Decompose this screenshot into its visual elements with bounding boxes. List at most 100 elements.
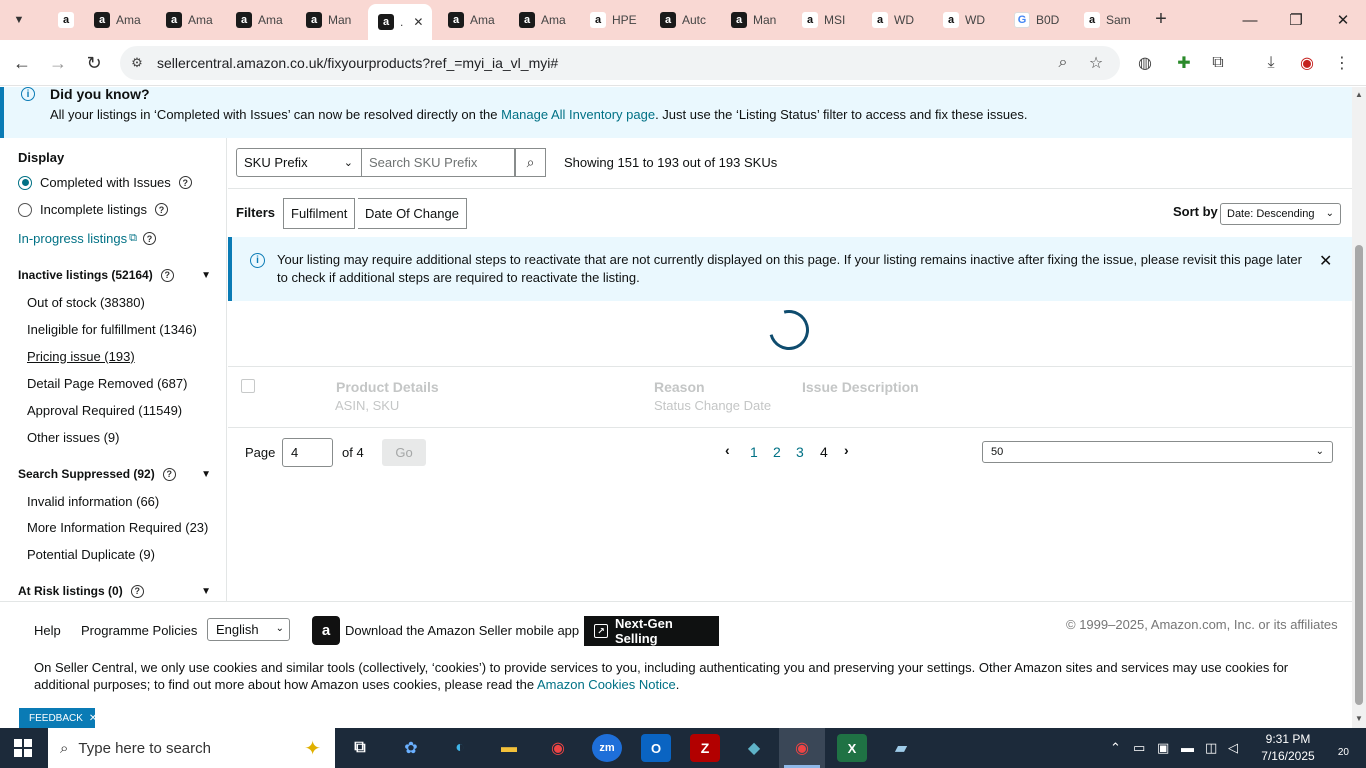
forward-arrow-icon[interactable]: →: [46, 51, 70, 75]
zoom-app-icon[interactable]: zm: [592, 734, 622, 762]
help-icon[interactable]: ?: [130, 584, 144, 598]
windows-start-icon[interactable]: [14, 739, 32, 757]
sidebar-item-pricing-issue[interactable]: Pricing issue (193): [27, 349, 135, 364]
excel-icon[interactable]: X: [837, 734, 867, 762]
close-tab-icon[interactable]: ✕: [413, 15, 423, 29]
browser-tab[interactable]: a Man: [296, 6, 368, 34]
url-text[interactable]: sellercentral.amazon.co.uk/fixyourproduc…: [157, 55, 558, 71]
restore-icon[interactable]: ❐: [1273, 6, 1319, 34]
results-per-page-select[interactable]: 50 ⌄: [982, 441, 1333, 463]
sidebar-item-more-info-required[interactable]: More Information Required (23): [27, 520, 208, 535]
sku-search-input[interactable]: Search SKU Prefix: [362, 148, 515, 177]
extensions-puzzle-icon[interactable]: ⧉: [1206, 51, 1230, 75]
page-link-1[interactable]: 1: [750, 444, 758, 460]
prev-page-chevron-icon[interactable]: ‹: [725, 442, 730, 458]
scrollbar-thumb[interactable]: [1355, 245, 1363, 705]
radio-selected-icon[interactable]: [18, 175, 32, 190]
language-select[interactable]: English ⌄: [207, 618, 290, 641]
programme-policies-link[interactable]: Programme Policies: [81, 623, 197, 638]
browser-tab[interactable]: a: [48, 6, 84, 34]
translate-globe-icon[interactable]: ◍: [1133, 51, 1157, 75]
tray-app-icon[interactable]: ▭: [1133, 740, 1145, 756]
search-button[interactable]: ⌕: [515, 148, 546, 177]
help-icon[interactable]: ?: [142, 232, 156, 245]
select-all-checkbox[interactable]: [241, 379, 255, 393]
browser-menu-icon[interactable]: ⋮: [1330, 51, 1354, 75]
next-page-chevron-icon[interactable]: ›: [844, 442, 849, 458]
help-icon[interactable]: ?: [178, 176, 192, 189]
sidebar-item-ineligible[interactable]: Ineligible for fulfillment (1346): [27, 322, 197, 337]
browser-tab[interactable]: a Autc: [650, 6, 722, 34]
taskbar-search-box[interactable]: ⌕ Type here to search ✦: [48, 728, 335, 768]
at-risk-listings-group[interactable]: At Risk listings (0) ? ▼: [18, 584, 211, 598]
close-icon[interactable]: ✕: [1319, 251, 1332, 271]
feedback-button[interactable]: FEEDBACK ✕: [19, 708, 97, 729]
tray-volume-icon[interactable]: ◁: [1228, 740, 1238, 756]
copilot-icon[interactable]: ✿: [396, 734, 426, 762]
page-link-2[interactable]: 2: [773, 444, 781, 460]
notification-center-icon[interactable]: 20: [1325, 738, 1349, 758]
inactive-listings-group[interactable]: Inactive listings (52164) ? ▼: [18, 268, 211, 282]
tab-search-chevron-icon[interactable]: ▼: [6, 7, 32, 33]
sidebar-item-approval-required[interactable]: Approval Required (11549): [27, 403, 182, 418]
browser-tab[interactable]: a Ama: [438, 6, 510, 34]
in-progress-listings-link[interactable]: In-progress listings ⧉ ?: [18, 231, 156, 246]
new-tab-plus-icon[interactable]: +: [1150, 8, 1172, 30]
browser-tab-active[interactable]: a. ✕: [368, 4, 432, 40]
sidebar-item-other-issues[interactable]: Other issues (9): [27, 430, 119, 445]
extension-update-icon[interactable]: ✚: [1172, 51, 1196, 75]
link-label[interactable]: In-progress listings: [18, 231, 127, 246]
close-icon[interactable]: ✕: [89, 713, 97, 724]
back-arrow-icon[interactable]: ←: [10, 51, 34, 75]
caret-down-icon[interactable]: ▼: [201, 586, 211, 597]
browser-tab[interactable]: a MSI: [792, 6, 864, 34]
chrome-active-icon[interactable]: ◉: [787, 734, 817, 762]
outlook-icon[interactable]: O: [641, 734, 671, 762]
download-icon[interactable]: ⤓: [1259, 51, 1283, 75]
tray-battery-icon[interactable]: ▬: [1181, 740, 1194, 755]
sidebar-item-out-of-stock[interactable]: Out of stock (38380): [27, 295, 145, 310]
browser-tab[interactable]: G B0D: [1004, 6, 1076, 34]
radio-incomplete-listings[interactable]: Incomplete listings ?: [18, 202, 168, 217]
browser-tab[interactable]: a WD: [862, 6, 934, 34]
column-issue-description[interactable]: Issue Description: [802, 379, 919, 395]
cookies-notice-link[interactable]: Amazon Cookies Notice: [537, 677, 676, 692]
reload-icon[interactable]: ↻: [82, 51, 106, 75]
browser-tab[interactable]: a Ama: [84, 6, 156, 34]
caret-down-icon[interactable]: ▼: [201, 469, 211, 480]
site-info-icon[interactable]: ⚙: [128, 54, 146, 72]
help-link[interactable]: Help: [34, 623, 61, 638]
radio-completed-with-issues[interactable]: Completed with Issues ?: [18, 175, 192, 190]
taskbar-clock[interactable]: 9:31 PM 7/16/2025: [1258, 731, 1318, 765]
amazon-app-icon[interactable]: a: [312, 616, 340, 645]
browser-tab[interactable]: a Man: [721, 6, 793, 34]
column-product-details[interactable]: Product Details: [336, 379, 439, 395]
sidebar-item-potential-duplicate[interactable]: Potential Duplicate (9): [27, 547, 155, 562]
caret-down-icon[interactable]: ▼: [201, 270, 211, 281]
page-link-4-current[interactable]: 4: [820, 444, 828, 460]
file-explorer-icon[interactable]: ▬: [494, 734, 524, 762]
minimize-icon[interactable]: —: [1227, 6, 1273, 34]
close-window-icon[interactable]: ✕: [1320, 6, 1366, 34]
tray-display-icon[interactable]: ▣: [1157, 740, 1169, 756]
edge-browser-icon[interactable]: ◐: [445, 734, 475, 762]
notepad-icon[interactable]: ▰: [886, 734, 916, 762]
help-icon[interactable]: ?: [160, 268, 174, 282]
scroll-up-arrow-icon[interactable]: ▲: [1355, 90, 1363, 99]
browser-tab[interactable]: a HPE: [580, 6, 652, 34]
download-app-link[interactable]: Download the Amazon Seller mobile app: [345, 623, 579, 638]
browser-tab[interactable]: a Ama: [509, 6, 581, 34]
next-gen-selling-button[interactable]: ↗ Next-Gen Selling: [584, 616, 719, 646]
browser-tab[interactable]: a WD: [933, 6, 1005, 34]
chrome-icon[interactable]: ◉: [543, 734, 573, 762]
sidebar-item-invalid-information[interactable]: Invalid information (66): [27, 494, 159, 509]
tray-chevron-up-icon[interactable]: ⌃: [1110, 740, 1121, 756]
help-icon[interactable]: ?: [154, 203, 168, 216]
bookmark-star-icon[interactable]: ☆: [1086, 53, 1106, 73]
page-number-input[interactable]: 4: [282, 438, 333, 467]
page-link-3[interactable]: 3: [796, 444, 804, 460]
column-reason[interactable]: Reason: [654, 379, 705, 395]
app-diamond-icon[interactable]: ◆: [739, 734, 769, 762]
search-suppressed-group[interactable]: Search Suppressed (92) ? ▼: [18, 467, 211, 481]
date-of-change-filter-button[interactable]: Date Of Change: [358, 198, 467, 229]
